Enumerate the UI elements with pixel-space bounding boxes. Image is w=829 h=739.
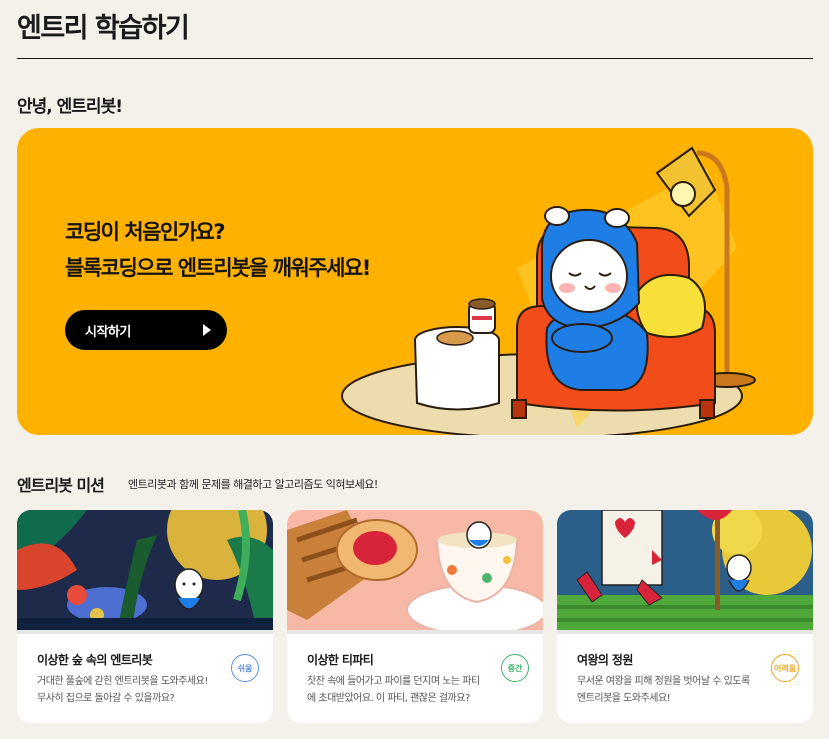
page-title: 엔트리 학습하기: [17, 13, 190, 44]
greeting-heading: 안녕, 엔트리봇!: [17, 97, 123, 117]
mission-card-forest[interactable]: 이상한 숲 속의 엔트리봇 거대한 풀숲에 갇힌 엔트리봇을 도와주세요! 무사…: [17, 510, 273, 723]
mission-card-title: 이상한 숲 속의 엔트리봇: [37, 653, 153, 667]
mission-card-title: 여왕의 정원: [577, 653, 633, 667]
mission-card-tea-party[interactable]: 이상한 티파티 찻잔 속에 들어가고 파이를 던지며 노는 파티 에 초대받았어…: [287, 510, 543, 723]
mission-card-description: 찻잔 속에 들어가고 파이를 던지며 노는 파티 에 초대받았어요. 이 파티,…: [307, 673, 507, 707]
missions-heading: 엔트리봇 미션: [17, 476, 105, 495]
mission-card-description: 무서운 여왕을 피해 정원을 벗어날 수 있도록 엔트리봇을 도와주세요!: [577, 673, 777, 707]
missions-description: 엔트리봇과 함께 문제를 해결하고 알고리즘도 익혀보세요!: [128, 478, 378, 491]
title-divider: [17, 58, 813, 59]
thumbnail-divider: [17, 630, 273, 634]
mission-card-desc-line: 에 초대받았어요. 이 파티, 괜찮은 걸까요?: [307, 693, 470, 704]
start-button[interactable]: 시작하기: [65, 310, 227, 350]
mission-card-title: 이상한 티파티: [307, 653, 374, 667]
thumbnail-divider: [287, 630, 543, 634]
mission-card-desc-line: 찻잔 속에 들어가고 파이를 던지며 노는 파티: [307, 676, 480, 687]
mission-card-description: 거대한 풀숲에 갇힌 엔트리봇을 도와주세요! 무사히 집으로 돌아갈 수 있을…: [37, 673, 237, 707]
play-icon: [203, 324, 211, 336]
entrybot-armchair-illustration: [341, 146, 756, 435]
hero-banner: 코딩이 처음인가요? 블록코딩으로 엔트리봇을 깨워주세요! 시작하기: [17, 128, 813, 435]
thumbnail-divider: [557, 630, 813, 634]
mission-card-desc-line: 엔트리봇을 도와주세요!: [577, 693, 671, 704]
difficulty-badge-medium: 중간: [501, 654, 529, 682]
difficulty-badge-easy: 쉬움: [231, 654, 259, 682]
mission-card-desc-line: 무사히 집으로 돌아갈 수 있을까요?: [37, 693, 175, 704]
queens-garden-thumbnail: [557, 510, 813, 632]
hero-headline-1: 코딩이 처음인가요?: [65, 220, 226, 244]
mission-card-desc-line: 무서운 여왕을 피해 정원을 벗어날 수 있도록: [577, 676, 750, 687]
start-button-label: 시작하기: [85, 324, 131, 340]
mission-card-queens-garden[interactable]: 여왕의 정원 무서운 여왕을 피해 정원을 벗어날 수 있도록 엔트리봇을 도와…: [557, 510, 813, 723]
forest-thumbnail: [17, 510, 273, 632]
mission-card-desc-line: 거대한 풀숲에 갇힌 엔트리봇을 도와주세요!: [37, 676, 208, 687]
tea-party-thumbnail: [287, 510, 543, 632]
difficulty-badge-hard: 어려움: [771, 654, 799, 682]
